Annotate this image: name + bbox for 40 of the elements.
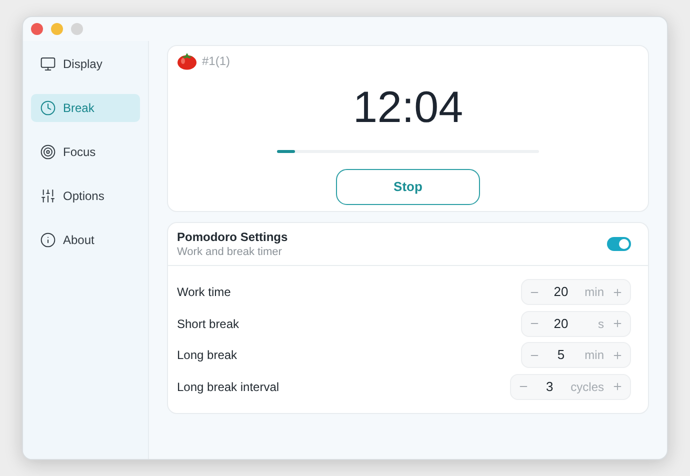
settings-subtitle: Work and break timer	[177, 245, 283, 259]
settings-title: Pomodoro Settings	[177, 229, 288, 245]
stepper-unit: s	[597, 316, 604, 332]
tomato-icon	[177, 52, 197, 70]
toggle-switch[interactable]	[607, 237, 631, 251]
plus-icon[interactable]	[612, 350, 623, 360]
close-button[interactable]	[31, 23, 43, 35]
sidebar-item[interactable]: Break	[31, 94, 140, 122]
setting-label: Long break	[177, 347, 238, 364]
zoom-button[interactable]	[71, 23, 83, 35]
sidebar-item[interactable]: Focus	[31, 138, 140, 166]
minimize-button[interactable]	[51, 23, 63, 35]
stepper-value: 5	[556, 346, 566, 364]
setting-label: Short break	[177, 316, 240, 332]
sidebar-item[interactable]: Options	[31, 182, 140, 210]
stop-button[interactable]: Stop	[336, 169, 480, 205]
plus-icon[interactable]	[612, 381, 623, 392]
sliders-icon	[40, 188, 56, 204]
monitor-icon	[40, 56, 56, 72]
stepper-value: 3	[545, 378, 554, 396]
setting-label: Work time	[177, 284, 231, 301]
target-icon	[40, 144, 56, 160]
plus-icon[interactable]	[612, 318, 623, 329]
plus-icon[interactable]	[612, 286, 623, 298]
session-count: #1(1)	[202, 53, 230, 70]
clock-icon	[40, 100, 56, 116]
number-stepper[interactable]: 20 min	[521, 279, 631, 305]
number-stepper[interactable]: 3 cycles	[510, 374, 631, 400]
number-stepper[interactable]: 5 min	[521, 342, 631, 368]
stepper-value: 20	[552, 283, 570, 302]
stepper-unit: cycles	[570, 378, 604, 396]
stepper-unit: min	[584, 284, 604, 301]
timer-display: 12:04	[352, 86, 464, 130]
setting-label: Long break interval	[177, 378, 280, 396]
number-stepper[interactable]: 20 s	[521, 310, 631, 336]
stepper-value: 20	[552, 314, 570, 333]
sidebar-item[interactable]: Display	[31, 50, 140, 78]
stepper-unit: min	[584, 347, 604, 364]
info-icon	[40, 232, 56, 248]
sidebar-item[interactable]: About	[31, 226, 140, 254]
